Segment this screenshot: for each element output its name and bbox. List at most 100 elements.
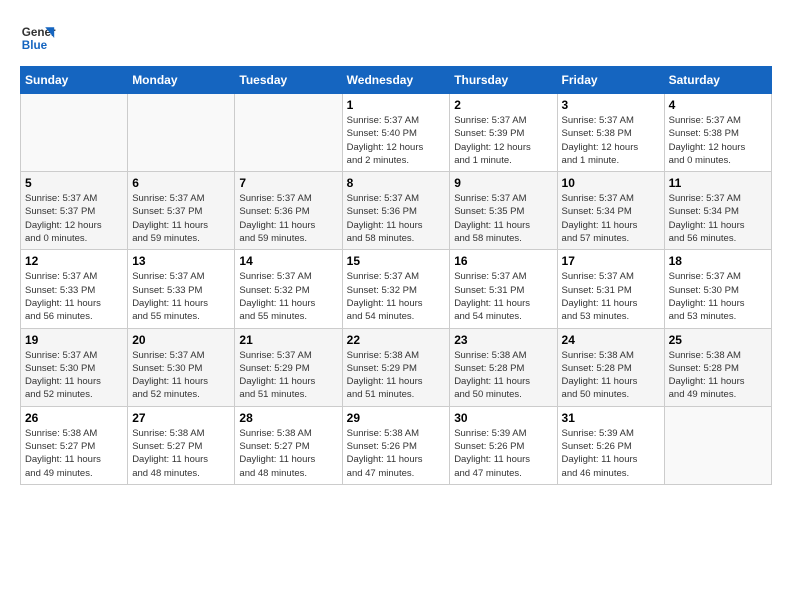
day-info: Sunrise: 5:38 AM Sunset: 5:28 PM Dayligh… — [454, 349, 552, 402]
calendar-cell: 20 Sunrise: 5:37 AM Sunset: 5:30 PM Dayli… — [128, 328, 235, 406]
calendar-header-row: SundayMondayTuesdayWednesdayThursdayFrid… — [21, 67, 772, 94]
calendar-cell: 22 Sunrise: 5:38 AM Sunset: 5:29 PM Dayli… — [342, 328, 450, 406]
calendar-cell: 14 Sunrise: 5:37 AM Sunset: 5:32 PM Dayli… — [235, 250, 342, 328]
day-number: 29 — [347, 411, 446, 425]
day-info: Sunrise: 5:38 AM Sunset: 5:28 PM Dayligh… — [562, 349, 660, 402]
calendar-cell: 13 Sunrise: 5:37 AM Sunset: 5:33 PM Dayli… — [128, 250, 235, 328]
column-header-monday: Monday — [128, 67, 235, 94]
day-number: 7 — [239, 176, 337, 190]
day-info: Sunrise: 5:37 AM Sunset: 5:40 PM Dayligh… — [347, 114, 446, 167]
day-info: Sunrise: 5:38 AM Sunset: 5:26 PM Dayligh… — [347, 427, 446, 480]
day-info: Sunrise: 5:37 AM Sunset: 5:30 PM Dayligh… — [25, 349, 123, 402]
calendar-cell: 11 Sunrise: 5:37 AM Sunset: 5:34 PM Dayli… — [664, 172, 771, 250]
day-info: Sunrise: 5:38 AM Sunset: 5:27 PM Dayligh… — [132, 427, 230, 480]
day-number: 2 — [454, 98, 552, 112]
day-number: 28 — [239, 411, 337, 425]
day-info: Sunrise: 5:39 AM Sunset: 5:26 PM Dayligh… — [562, 427, 660, 480]
column-header-sunday: Sunday — [21, 67, 128, 94]
day-number: 24 — [562, 333, 660, 347]
calendar-table: SundayMondayTuesdayWednesdayThursdayFrid… — [20, 66, 772, 485]
day-info: Sunrise: 5:37 AM Sunset: 5:34 PM Dayligh… — [562, 192, 660, 245]
calendar-cell: 26 Sunrise: 5:38 AM Sunset: 5:27 PM Dayli… — [21, 406, 128, 484]
calendar-cell: 21 Sunrise: 5:37 AM Sunset: 5:29 PM Dayli… — [235, 328, 342, 406]
day-number: 17 — [562, 254, 660, 268]
day-info: Sunrise: 5:37 AM Sunset: 5:30 PM Dayligh… — [132, 349, 230, 402]
column-header-thursday: Thursday — [450, 67, 557, 94]
calendar-cell: 7Sunrise: 5:37 AM Sunset: 5:36 PM Daylig… — [235, 172, 342, 250]
calendar-cell: 5Sunrise: 5:37 AM Sunset: 5:37 PM Daylig… — [21, 172, 128, 250]
day-info: Sunrise: 5:37 AM Sunset: 5:31 PM Dayligh… — [454, 270, 552, 323]
day-info: Sunrise: 5:39 AM Sunset: 5:26 PM Dayligh… — [454, 427, 552, 480]
calendar-cell — [235, 94, 342, 172]
day-number: 12 — [25, 254, 123, 268]
day-info: Sunrise: 5:37 AM Sunset: 5:29 PM Dayligh… — [239, 349, 337, 402]
calendar-cell — [128, 94, 235, 172]
day-info: Sunrise: 5:38 AM Sunset: 5:28 PM Dayligh… — [669, 349, 767, 402]
day-number: 31 — [562, 411, 660, 425]
calendar-cell: 12 Sunrise: 5:37 AM Sunset: 5:33 PM Dayli… — [21, 250, 128, 328]
day-info: Sunrise: 5:37 AM Sunset: 5:32 PM Dayligh… — [239, 270, 337, 323]
day-number: 27 — [132, 411, 230, 425]
day-number: 22 — [347, 333, 446, 347]
day-number: 25 — [669, 333, 767, 347]
day-info: Sunrise: 5:37 AM Sunset: 5:38 PM Dayligh… — [669, 114, 767, 167]
calendar-cell: 8Sunrise: 5:37 AM Sunset: 5:36 PM Daylig… — [342, 172, 450, 250]
day-info: Sunrise: 5:37 AM Sunset: 5:31 PM Dayligh… — [562, 270, 660, 323]
calendar-week-row: 19 Sunrise: 5:37 AM Sunset: 5:30 PM Dayli… — [21, 328, 772, 406]
day-info: Sunrise: 5:38 AM Sunset: 5:27 PM Dayligh… — [239, 427, 337, 480]
day-info: Sunrise: 5:37 AM Sunset: 5:38 PM Dayligh… — [562, 114, 660, 167]
calendar-cell: 1 Sunrise: 5:37 AM Sunset: 5:40 PM Daylig… — [342, 94, 450, 172]
day-info: Sunrise: 5:37 AM Sunset: 5:30 PM Dayligh… — [669, 270, 767, 323]
day-info: Sunrise: 5:37 AM Sunset: 5:33 PM Dayligh… — [132, 270, 230, 323]
calendar-cell: 2 Sunrise: 5:37 AM Sunset: 5:39 PM Daylig… — [450, 94, 557, 172]
svg-text:Blue: Blue — [22, 39, 48, 52]
calendar-cell — [664, 406, 771, 484]
day-number: 14 — [239, 254, 337, 268]
calendar-cell: 19 Sunrise: 5:37 AM Sunset: 5:30 PM Dayli… — [21, 328, 128, 406]
calendar-cell: 16 Sunrise: 5:37 AM Sunset: 5:31 PM Dayli… — [450, 250, 557, 328]
calendar-week-row: 1 Sunrise: 5:37 AM Sunset: 5:40 PM Daylig… — [21, 94, 772, 172]
day-info: Sunrise: 5:37 AM Sunset: 5:37 PM Dayligh… — [132, 192, 230, 245]
day-number: 18 — [669, 254, 767, 268]
day-info: Sunrise: 5:37 AM Sunset: 5:32 PM Dayligh… — [347, 270, 446, 323]
day-number: 1 — [347, 98, 446, 112]
day-number: 30 — [454, 411, 552, 425]
calendar-week-row: 26 Sunrise: 5:38 AM Sunset: 5:27 PM Dayli… — [21, 406, 772, 484]
calendar-cell — [21, 94, 128, 172]
day-number: 13 — [132, 254, 230, 268]
day-info: Sunrise: 5:37 AM Sunset: 5:34 PM Dayligh… — [669, 192, 767, 245]
calendar-week-row: 5Sunrise: 5:37 AM Sunset: 5:37 PM Daylig… — [21, 172, 772, 250]
day-number: 6 — [132, 176, 230, 190]
day-info: Sunrise: 5:37 AM Sunset: 5:33 PM Dayligh… — [25, 270, 123, 323]
day-number: 19 — [25, 333, 123, 347]
calendar-cell: 28 Sunrise: 5:38 AM Sunset: 5:27 PM Dayli… — [235, 406, 342, 484]
logo: General Blue — [20, 20, 56, 56]
day-info: Sunrise: 5:38 AM Sunset: 5:27 PM Dayligh… — [25, 427, 123, 480]
day-number: 3 — [562, 98, 660, 112]
logo-icon: General Blue — [20, 20, 56, 56]
calendar-cell: 23Sunrise: 5:38 AM Sunset: 5:28 PM Dayli… — [450, 328, 557, 406]
calendar-cell: 25 Sunrise: 5:38 AM Sunset: 5:28 PM Dayli… — [664, 328, 771, 406]
day-number: 26 — [25, 411, 123, 425]
day-number: 4 — [669, 98, 767, 112]
calendar-cell: 31 Sunrise: 5:39 AM Sunset: 5:26 PM Dayli… — [557, 406, 664, 484]
day-number: 16 — [454, 254, 552, 268]
day-number: 20 — [132, 333, 230, 347]
day-info: Sunrise: 5:38 AM Sunset: 5:29 PM Dayligh… — [347, 349, 446, 402]
calendar-cell: 17 Sunrise: 5:37 AM Sunset: 5:31 PM Dayli… — [557, 250, 664, 328]
calendar-week-row: 12 Sunrise: 5:37 AM Sunset: 5:33 PM Dayli… — [21, 250, 772, 328]
calendar-cell: 10Sunrise: 5:37 AM Sunset: 5:34 PM Dayli… — [557, 172, 664, 250]
column-header-friday: Friday — [557, 67, 664, 94]
day-info: Sunrise: 5:37 AM Sunset: 5:35 PM Dayligh… — [454, 192, 552, 245]
calendar-cell: 3 Sunrise: 5:37 AM Sunset: 5:38 PM Daylig… — [557, 94, 664, 172]
day-number: 11 — [669, 176, 767, 190]
column-header-tuesday: Tuesday — [235, 67, 342, 94]
page-header: General Blue — [20, 20, 772, 56]
calendar-cell: 4 Sunrise: 5:37 AM Sunset: 5:38 PM Daylig… — [664, 94, 771, 172]
day-number: 21 — [239, 333, 337, 347]
day-info: Sunrise: 5:37 AM Sunset: 5:39 PM Dayligh… — [454, 114, 552, 167]
calendar-cell: 27 Sunrise: 5:38 AM Sunset: 5:27 PM Dayli… — [128, 406, 235, 484]
calendar-cell: 15 Sunrise: 5:37 AM Sunset: 5:32 PM Dayli… — [342, 250, 450, 328]
day-info: Sunrise: 5:37 AM Sunset: 5:37 PM Dayligh… — [25, 192, 123, 245]
day-number: 15 — [347, 254, 446, 268]
